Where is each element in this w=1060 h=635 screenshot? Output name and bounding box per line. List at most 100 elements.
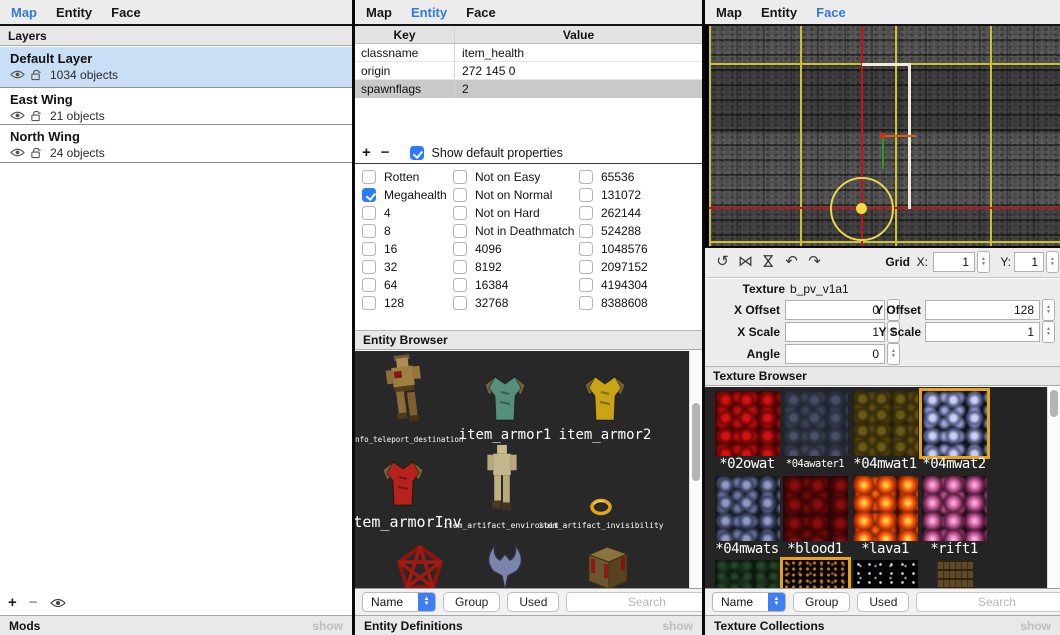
flag-checkbox[interactable] xyxy=(453,296,467,310)
remove-layer-button[interactable]: − xyxy=(29,596,38,610)
rotate-ccw-icon[interactable]: ↶ xyxy=(784,252,799,270)
flag-checkbox[interactable] xyxy=(362,224,376,238)
entity-definitions-show-button[interactable]: show xyxy=(662,619,693,633)
layer-row-north-wing[interactable]: North Wing 24 objects xyxy=(0,125,352,163)
flip-vertical-icon[interactable]: ⋈ xyxy=(760,254,778,269)
angle-stepper[interactable]: ▲▼ xyxy=(887,343,900,365)
flag-checkbox[interactable] xyxy=(579,170,593,184)
flag-checkbox[interactable] xyxy=(362,206,376,220)
flag-checkbox[interactable] xyxy=(362,242,376,256)
flag-checkbox[interactable] xyxy=(453,278,467,292)
property-key[interactable]: origin xyxy=(355,62,455,79)
entity-thumbnail-item-armor1[interactable] xyxy=(482,373,528,428)
flag-checkbox[interactable] xyxy=(579,278,593,292)
entity-thumbnail-pentagram[interactable] xyxy=(394,543,446,588)
flag-checkbox[interactable] xyxy=(453,260,467,274)
flag-checkbox[interactable] xyxy=(579,188,593,202)
reset-uv-icon[interactable]: ↺ xyxy=(715,252,730,270)
tab-map[interactable]: Map xyxy=(11,5,37,20)
add-layer-button[interactable]: + xyxy=(8,596,17,610)
flag-checkbox[interactable] xyxy=(453,170,467,184)
lock-open-icon[interactable] xyxy=(30,147,45,159)
texture-axis-origin-icon[interactable] xyxy=(880,133,885,138)
entity-thumbnail-quake-rune[interactable] xyxy=(483,541,527,588)
texture-browser[interactable]: *02owat *04awater1 *04mwat1 *04mwat2 *04… xyxy=(705,387,1060,588)
entity-thumbnail-item-armorinv[interactable] xyxy=(380,458,426,513)
flag-checkbox[interactable] xyxy=(362,170,376,184)
layer-row-default[interactable]: Default Layer 1034 objects xyxy=(0,47,352,88)
visibility-eye-icon[interactable] xyxy=(10,69,25,81)
flag-checkbox[interactable] xyxy=(579,242,593,256)
y-offset-input[interactable]: 128 xyxy=(925,300,1040,320)
texture-tile-pillar[interactable] xyxy=(937,560,973,588)
tab-face[interactable]: Face xyxy=(111,5,141,20)
entity-browser-scrollbar[interactable] xyxy=(689,351,702,588)
used-toggle-button[interactable]: Used xyxy=(507,592,559,612)
flip-horizontal-icon[interactable]: ⋈ xyxy=(738,252,753,270)
uv-origin-handle[interactable] xyxy=(856,203,867,214)
flag-checkbox[interactable] xyxy=(579,260,593,274)
flag-checkbox[interactable] xyxy=(453,188,467,202)
lock-open-icon[interactable] xyxy=(30,110,45,122)
tab-face[interactable]: Face xyxy=(466,5,496,20)
tab-entity[interactable]: Entity xyxy=(411,5,447,20)
texture-tile-04mwat2[interactable] xyxy=(922,391,987,456)
uv-editor-viewport[interactable] xyxy=(705,26,1060,248)
texture-tile-04mwat1[interactable] xyxy=(853,391,918,456)
property-row-origin[interactable]: origin 272 145 0 xyxy=(355,62,702,80)
y-scale-stepper[interactable]: ▲▼ xyxy=(1042,321,1055,343)
key-column-header[interactable]: Key xyxy=(355,26,455,43)
texture-tile[interactable] xyxy=(783,560,848,588)
tab-map[interactable]: Map xyxy=(716,5,742,20)
entity-thumbnail-item-armor2[interactable] xyxy=(582,373,628,428)
entity-thumbnail-envirosuit[interactable] xyxy=(480,443,524,524)
grid-x-input[interactable]: 1 xyxy=(933,252,975,272)
scrollbar-thumb[interactable] xyxy=(692,403,700,481)
y-scale-input[interactable]: 1 xyxy=(925,322,1040,342)
texture-tile-blood1[interactable] xyxy=(783,476,848,541)
texture-tile[interactable] xyxy=(715,560,780,588)
property-value[interactable]: 2 xyxy=(455,80,702,97)
flag-checkbox[interactable] xyxy=(362,260,376,274)
entity-browser[interactable]: info_teleport_destination item_armor1 xyxy=(355,351,702,588)
used-toggle-button[interactable]: Used xyxy=(857,592,909,612)
texture-search-input[interactable] xyxy=(916,592,1060,612)
value-column-header[interactable]: Value xyxy=(455,26,702,43)
property-value[interactable]: item_health xyxy=(455,44,702,61)
remove-property-button[interactable]: − xyxy=(381,146,390,160)
grid-y-input[interactable]: 1 xyxy=(1014,252,1044,272)
lock-open-icon[interactable] xyxy=(30,69,45,81)
flag-checkbox[interactable] xyxy=(362,278,376,292)
flag-checkbox[interactable] xyxy=(579,206,593,220)
tab-entity[interactable]: Entity xyxy=(761,5,797,20)
texture-tile-04mwats[interactable] xyxy=(715,476,780,541)
entity-thumbnail-invisibility[interactable] xyxy=(588,497,614,520)
mods-show-button[interactable]: show xyxy=(312,619,343,633)
property-row-classname[interactable]: classname item_health xyxy=(355,44,702,62)
toggle-visibility-icon[interactable] xyxy=(50,597,67,609)
visibility-eye-icon[interactable] xyxy=(10,110,25,122)
grid-x-stepper[interactable]: ▲▼ xyxy=(977,251,990,273)
tab-entity[interactable]: Entity xyxy=(56,5,92,20)
angle-input[interactable]: 0 xyxy=(785,344,885,364)
entity-thumbnail-soldier[interactable] xyxy=(374,351,435,435)
flag-checkbox[interactable] xyxy=(579,224,593,238)
rotate-cw-icon[interactable]: ↷ xyxy=(807,252,822,270)
flag-checkbox[interactable] xyxy=(362,188,376,202)
entity-thumbnail-crate[interactable] xyxy=(581,545,633,588)
texture-sort-select[interactable]: Name ▲▼ xyxy=(712,592,786,612)
flag-checkbox[interactable] xyxy=(362,296,376,310)
group-toggle-button[interactable]: Group xyxy=(793,592,850,612)
texture-collections-show-button[interactable]: show xyxy=(1020,619,1051,633)
face-texture-view[interactable] xyxy=(709,26,1060,246)
add-property-button[interactable]: + xyxy=(362,146,371,160)
flag-checkbox[interactable] xyxy=(453,242,467,256)
tab-face[interactable]: Face xyxy=(816,5,846,20)
grid-y-stepper[interactable]: ▲▼ xyxy=(1046,251,1059,273)
texture-tile-04awater1[interactable] xyxy=(783,391,848,456)
visibility-eye-icon[interactable] xyxy=(10,147,25,159)
flag-checkbox[interactable] xyxy=(579,296,593,310)
entity-sort-select[interactable]: Name ▲▼ xyxy=(362,592,436,612)
property-key[interactable]: spawnflags xyxy=(355,80,455,97)
scrollbar-thumb[interactable] xyxy=(1050,390,1058,417)
